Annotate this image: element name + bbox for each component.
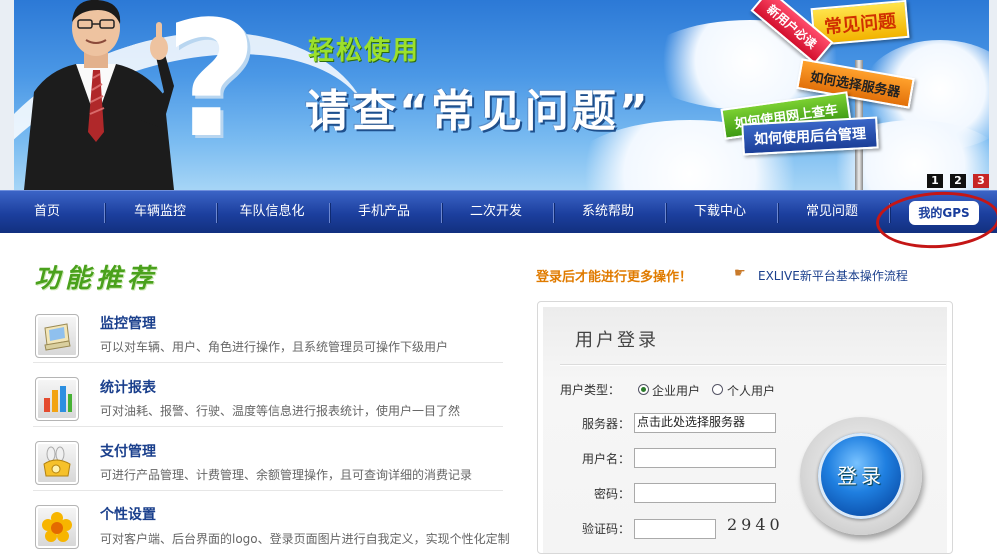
nav-divider bbox=[216, 203, 218, 223]
feature-monitor-title[interactable]: 监控管理 bbox=[100, 313, 156, 333]
slide-pager-1[interactable]: 1 bbox=[927, 174, 943, 188]
login-button-label: 登录 bbox=[837, 464, 885, 488]
nav-faq[interactable]: 常见问题 bbox=[792, 191, 872, 233]
login-required-note: 登录后才能进行更多操作！ bbox=[536, 270, 693, 285]
nav-home[interactable]: 首页 bbox=[14, 191, 80, 233]
password-label: 密码： bbox=[593, 487, 630, 501]
pointing-hand-icon: ☛ bbox=[734, 266, 746, 281]
captcha-image[interactable]: 2940 bbox=[727, 515, 784, 534]
feature-divider bbox=[33, 426, 503, 427]
user-type-enterprise-radio[interactable] bbox=[638, 384, 649, 395]
banner-frame-left bbox=[0, 0, 14, 190]
guide-link[interactable]: EXLIVE新平台基本操作流程 bbox=[758, 267, 908, 284]
question-mark-graphic: ? bbox=[165, 0, 258, 173]
user-type-enterprise-label[interactable]: 企业用户 bbox=[652, 382, 700, 399]
monitor-icon bbox=[35, 314, 79, 358]
wallet-icon bbox=[35, 441, 79, 485]
hero-banner[interactable]: ? 轻松使用 请查“常见问题” 常见问题 新用户必读 如何选择服务器 如何使用网… bbox=[0, 0, 997, 190]
server-label: 服务器： bbox=[581, 417, 630, 431]
login-title: 用户登录 bbox=[575, 330, 659, 351]
nav-divider bbox=[441, 203, 443, 223]
banner-slogan-small: 轻松使用 bbox=[308, 36, 421, 66]
nav-divider bbox=[553, 203, 555, 223]
feature-report-title[interactable]: 统计报表 bbox=[100, 377, 156, 397]
nav-divider bbox=[104, 203, 106, 223]
feature-report-desc: 可对油耗、报警、行驶、温度等信息进行报表统计，使用户一目了然 bbox=[100, 404, 461, 418]
main-nav: 首页 车辆监控 车队信息化 手机产品 二次开发 系统帮助 下载中心 常见问题 bbox=[0, 190, 997, 233]
feature-payment-desc: 可进行产品管理、计费管理、余额管理操作，且可查询详细的消费记录 bbox=[100, 468, 473, 482]
banner-slogan-big: 请查“常见问题” bbox=[305, 86, 651, 137]
features-title: 功能推荐 bbox=[34, 264, 159, 294]
nav-divider bbox=[329, 203, 331, 223]
nav-vehicle-monitor[interactable]: 车辆监控 bbox=[120, 191, 200, 233]
businessman-image bbox=[24, 0, 174, 190]
feature-payment-title[interactable]: 支付管理 bbox=[100, 441, 156, 461]
nav-divider bbox=[777, 203, 779, 223]
login-divider bbox=[560, 364, 946, 366]
nav-divider bbox=[665, 203, 667, 223]
feature-divider bbox=[33, 490, 503, 491]
flower-icon bbox=[35, 505, 79, 549]
banner-frame-right bbox=[989, 0, 997, 190]
captcha-input[interactable] bbox=[634, 519, 716, 539]
user-type-label: 用户类型： bbox=[559, 383, 620, 397]
nav-download-center[interactable]: 下载中心 bbox=[680, 191, 760, 233]
nav-secondary-dev[interactable]: 二次开发 bbox=[456, 191, 536, 233]
slide-pager-3[interactable]: 3 bbox=[973, 174, 989, 188]
slide-pager-2[interactable]: 2 bbox=[950, 174, 966, 188]
captcha-label: 验证码： bbox=[581, 522, 630, 536]
nav-mobile-products[interactable]: 手机产品 bbox=[344, 191, 424, 233]
nav-fleet-info[interactable]: 车队信息化 bbox=[230, 191, 314, 233]
feature-divider bbox=[33, 362, 503, 363]
password-input[interactable] bbox=[634, 483, 776, 503]
feature-custom-desc: 可对客户端、后台界面的logo、登录页面图片进行自我定义，实现个性化定制 bbox=[100, 532, 510, 546]
login-button[interactable]: 登录 bbox=[800, 417, 922, 535]
username-label: 用户名： bbox=[581, 452, 630, 466]
nav-system-help[interactable]: 系统帮助 bbox=[568, 191, 648, 233]
bar-chart-icon bbox=[35, 377, 79, 421]
user-type-personal-label[interactable]: 个人用户 bbox=[727, 382, 775, 399]
server-select[interactable]: 点击此处选择服务器 bbox=[634, 413, 776, 433]
feature-monitor-desc: 可以对车辆、用户、角色进行操作，且系统管理员可操作下级用户 bbox=[100, 340, 449, 354]
username-input[interactable] bbox=[634, 448, 776, 468]
user-type-personal-radio[interactable] bbox=[712, 384, 723, 395]
feature-custom-title[interactable]: 个性设置 bbox=[100, 504, 156, 524]
